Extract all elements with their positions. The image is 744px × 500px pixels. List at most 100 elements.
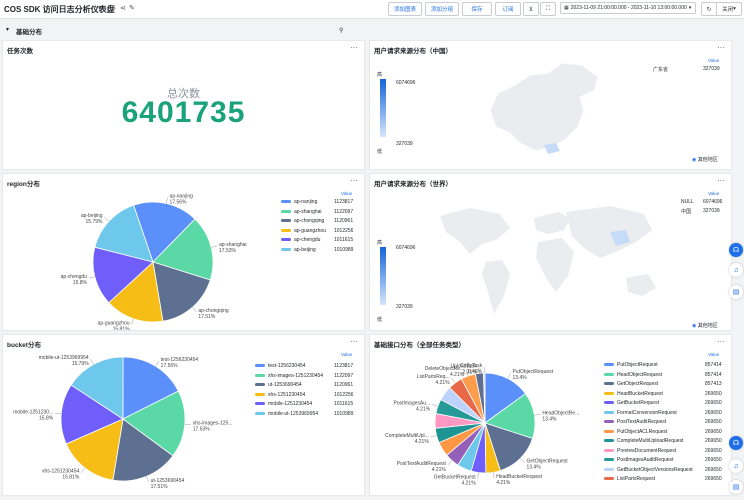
more-icon[interactable]: ···: [350, 43, 358, 52]
notification-icon[interactable]: ♫: [729, 459, 743, 473]
auto-refresh-select[interactable]: 关闭 ▾: [716, 2, 742, 16]
legend-item[interactable]: HeadObjectRequest: [604, 372, 662, 378]
value-header: Value: [708, 191, 720, 196]
pie-label-pct: 17.56%: [170, 200, 188, 206]
pie-label-leader: [430, 435, 437, 438]
legend-item[interactable]: mobile-1251230454: [255, 401, 312, 407]
legend-item[interactable]: GetBucketRequest: [604, 400, 659, 406]
legend-swatch: [604, 477, 614, 481]
legend-swatch: [604, 458, 614, 462]
legend-item[interactable]: ap-shanghai: [281, 209, 322, 215]
legend-swatch: [604, 410, 614, 414]
bucket-card: bucket分布 ··· test-1256230454 17.56% xhs-im…: [2, 334, 365, 496]
search-icon[interactable]: ⚲: [339, 27, 343, 34]
pie-label-leader: [432, 404, 438, 407]
legend-swatch: [604, 420, 614, 424]
legend-item[interactable]: HeadBucketRequest: [604, 391, 663, 397]
legend-label: HeadObjectRequest: [617, 371, 663, 378]
task-count-card: 任务次数 ··· 总次数 6401735: [2, 40, 365, 170]
pie-label-pct: 4.21%: [461, 481, 476, 487]
refresh-icon[interactable]: ↻: [701, 2, 717, 16]
legend-label: ap-chongqing: [294, 218, 325, 224]
legend-label: ap-guangzhou: [294, 227, 326, 234]
more-icon[interactable]: ···: [717, 176, 725, 185]
legend-value: 269650: [705, 419, 722, 425]
save-button[interactable]: 保存: [462, 2, 492, 16]
edit-icon[interactable]: ✎: [129, 4, 135, 12]
pie-label-leader: [192, 307, 197, 312]
legend-item[interactable]: xhs-1251230454: [255, 392, 305, 398]
pie-label-pct: 17.53%: [219, 248, 237, 254]
legend-item[interactable]: ListPartsRequest: [604, 476, 655, 482]
legend-value: 269650: [705, 447, 722, 454]
add-chart-button[interactable]: 添加图表: [388, 2, 422, 16]
legend-value: 269650: [705, 390, 722, 397]
legend-swatch: [604, 401, 614, 405]
fullscreen-icon[interactable]: ⛶: [540, 2, 556, 16]
legend-swatch: [604, 382, 614, 386]
legend-item[interactable]: PostTextAuditRequest: [604, 419, 666, 425]
more-icon[interactable]: ···: [717, 43, 725, 52]
pie-label-leader: [104, 217, 110, 222]
legend-item[interactable]: xhs-images-1251230454: [255, 373, 323, 379]
card-title: 任务次数: [7, 48, 33, 55]
legend-item[interactable]: PutObjectRequest: [604, 362, 658, 368]
legend-item[interactable]: FormatConversionRequest: [604, 410, 677, 416]
legend-swatch: [255, 364, 265, 368]
legend-item[interactable]: GetObjectRequest: [604, 381, 658, 387]
legend-swatch: [255, 383, 265, 387]
legend-item[interactable]: CompleteMultiUploadRequest: [604, 438, 683, 444]
other-region-label: 其他地区: [697, 157, 718, 163]
scale-max-label: 6074696: [396, 80, 416, 86]
pie-label-pct: 4.21%: [415, 439, 430, 445]
pie-label-pct: 15.81%: [113, 326, 131, 330]
legend-swatch: [281, 228, 291, 232]
legend-item[interactable]: PutObjectACLRequest: [604, 429, 667, 435]
legend-label: ap-shanghai: [294, 208, 322, 215]
legend-item[interactable]: ap-beijing: [281, 247, 316, 253]
region-name: 中国: [681, 209, 692, 215]
docs-icon[interactable]: ▤: [729, 480, 743, 494]
add-group-button[interactable]: 添加分组: [425, 2, 459, 16]
legend-item[interactable]: mobile-ut-1253969954: [255, 411, 318, 417]
legend-item[interactable]: GetBucketObjectVersionsRequest: [604, 467, 693, 473]
support-icon[interactable]: ☊: [729, 436, 743, 450]
legend-item[interactable]: test-1256230454: [255, 363, 306, 369]
legend-item[interactable]: ap-chongqing: [281, 218, 324, 224]
pie-label-pct: 15.79%: [72, 361, 90, 367]
support-icon[interactable]: ☊: [729, 243, 743, 257]
pie-label-leader: [155, 360, 159, 367]
legend-item[interactable]: ap-guangzhou: [281, 228, 326, 234]
legend-item[interactable]: ap-nanjing: [281, 199, 317, 205]
pie-label-leader: [520, 458, 525, 463]
pie-label-pct: 17.56%: [161, 363, 179, 369]
legend-item[interactable]: ut-1253690454: [255, 382, 302, 388]
legend-value: 269650: [705, 428, 722, 435]
pie-label-leader: [492, 472, 495, 479]
legend-label: ut-1253690454: [268, 382, 302, 388]
filter-icon[interactable]: ⊻: [523, 2, 539, 16]
pie-label-pct: 13.4%: [542, 416, 557, 422]
collapse-chevron-icon[interactable]: ▾: [6, 26, 9, 33]
docs-icon[interactable]: ▤: [729, 285, 743, 299]
globe-icon: ◉: [692, 157, 697, 163]
chevron-down-icon: ▾: [733, 6, 736, 12]
share-icon[interactable]: ⋖: [120, 4, 126, 12]
legend-value: 1122097: [334, 208, 354, 215]
legend-label: xhs-1251230454: [268, 391, 306, 398]
legend-item[interactable]: PostImagesAuditRequest: [604, 457, 673, 463]
legend-swatch: [281, 238, 291, 242]
legend-item[interactable]: PreviewDocumentRequest: [604, 448, 676, 454]
other-region-legend: ◉ 其他地区: [692, 156, 718, 163]
region-value: 327039: [703, 208, 720, 214]
date-range-picker[interactable]: ▦ 2023-11-09 21:00:00.000 - 2023-11-10 1…: [560, 2, 696, 14]
section-header[interactable]: [0, 22, 744, 38]
legend-value: 269650: [705, 466, 722, 473]
legend-item[interactable]: ap-chengdu: [281, 237, 320, 243]
dropdown-icon[interactable]: ▾: [98, 4, 102, 12]
pie-label-pct: 13.4%: [512, 375, 527, 381]
export-icon[interactable]: ⇩: [111, 4, 117, 12]
legend-value: 1120961: [334, 218, 354, 224]
subscribe-button[interactable]: 订阅: [495, 2, 521, 16]
notification-icon[interactable]: ♫: [729, 263, 743, 277]
